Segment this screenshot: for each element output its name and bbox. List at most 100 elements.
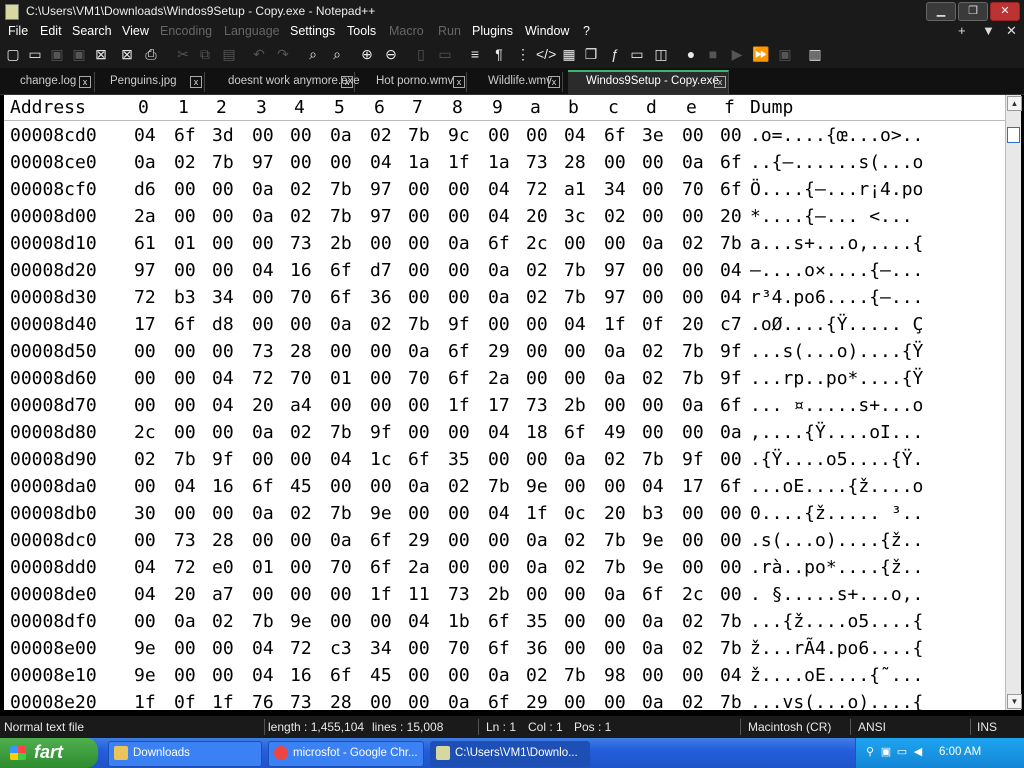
hex-byte[interactable]: 6f [720,179,742,200]
paste-icon[interactable]: ▤ [220,45,238,63]
hex-byte[interactable]: 00 [720,503,742,524]
hex-byte[interactable]: 0a [252,422,274,443]
hex-byte[interactable]: 6f [330,260,352,281]
hex-byte[interactable]: 04 [408,611,430,632]
hex-byte[interactable]: 00 [330,395,352,416]
tab-windos9setup[interactable]: Windos9Setup - Copy.exe x [568,70,729,94]
play-macro-icon[interactable]: ▶ [728,45,746,63]
zoom-in-icon[interactable]: ⊕ [358,45,376,63]
hex-byte[interactable]: 02 [682,692,704,710]
hex-byte[interactable]: 00 [642,179,664,200]
search-icon[interactable]: ⚲ [864,746,876,758]
undo-icon[interactable]: ↶ [250,45,268,63]
hex-byte[interactable]: 76 [252,692,274,710]
hex-byte[interactable]: 00 [134,611,156,632]
hex-byte[interactable]: 00 [720,584,742,605]
hex-byte[interactable]: 00 [488,449,510,470]
hex-byte[interactable]: 00 [682,503,704,524]
hex-byte[interactable]: 7b [564,260,586,281]
hex-byte[interactable]: 6f [604,125,626,146]
hex-byte[interactable]: a1 [564,179,586,200]
hex-byte[interactable]: 7b [252,611,274,632]
zoom-out-icon[interactable]: ⊖ [382,45,400,63]
record-macro-icon[interactable]: ● [682,45,700,63]
hex-byte[interactable]: 00 [330,611,352,632]
hex-byte[interactable]: 0c [564,503,586,524]
hex-byte[interactable]: a4 [290,395,312,416]
hex-byte[interactable]: 6f [252,476,274,497]
hex-dump-text[interactable]: ... ¤.....s+...o [750,395,923,416]
hex-byte[interactable]: 00 [642,665,664,686]
hex-byte[interactable]: 0f [642,314,664,335]
hex-byte[interactable]: 6f [488,611,510,632]
hex-byte[interactable]: 0a [488,260,510,281]
hex-byte[interactable]: 7b [720,692,742,710]
start-button[interactable]: fart [0,738,98,768]
hex-byte[interactable]: 6f [330,287,352,308]
hex-byte[interactable]: 7b [330,179,352,200]
hex-byte[interactable]: 04 [134,557,156,578]
menu-edit[interactable]: Edit [40,24,62,38]
hex-byte[interactable]: 45 [370,665,392,686]
hex-byte[interactable]: 00 [642,287,664,308]
hex-byte[interactable]: 7b [330,206,352,227]
hex-byte[interactable]: 00 [720,125,742,146]
volume-icon[interactable]: ◀ [912,746,924,758]
hex-byte[interactable]: 0a [488,287,510,308]
hex-byte[interactable]: 02 [682,611,704,632]
hex-byte[interactable]: 17 [488,395,510,416]
hex-dump-text[interactable]: —....o×....{—... [750,260,923,281]
hex-byte[interactable]: 0a [330,314,352,335]
hex-byte[interactable]: 04 [252,260,274,281]
hex-byte[interactable]: 00 [252,287,274,308]
hex-byte[interactable]: 00 [564,368,586,389]
taskbar-item-downloads[interactable]: Downloads [108,741,262,767]
hex-byte[interactable]: 00 [290,125,312,146]
hex-byte[interactable]: 00 [682,557,704,578]
hex-byte[interactable]: 70 [408,368,430,389]
hex-byte[interactable]: 34 [370,638,392,659]
hex-byte[interactable]: 7b [564,287,586,308]
hex-byte[interactable]: 00 [604,692,626,710]
hex-byte[interactable]: 00 [370,233,392,254]
hex-byte[interactable]: 0a [252,206,274,227]
hex-byte[interactable]: 02 [370,125,392,146]
tab-wildlife[interactable]: Wildlife.wmv x [474,72,563,92]
hex-byte[interactable]: 0a [642,233,664,254]
hex-byte[interactable]: 00 [526,584,548,605]
hex-byte[interactable]: 00 [370,368,392,389]
redo-icon[interactable]: ↷ [274,45,292,63]
hex-byte[interactable]: 02 [290,503,312,524]
hex-byte[interactable]: 00 [488,557,510,578]
hex-byte[interactable]: 00 [174,260,196,281]
hex-byte[interactable]: 00 [370,692,392,710]
hex-byte[interactable]: 6f [408,449,430,470]
hex-byte[interactable]: 0a [408,476,430,497]
fx-icon[interactable]: ƒ [606,45,624,63]
hex-dump-text[interactable]: ...{ž....o5....{ [750,611,923,632]
hex-dump-text[interactable]: ...vs(...o)....{ [750,692,923,710]
hex-byte[interactable]: 0a [642,638,664,659]
hex-byte[interactable]: 00 [642,422,664,443]
hex-byte[interactable]: 00 [604,152,626,173]
hex-byte[interactable]: 00 [448,260,470,281]
hex-byte[interactable]: 00 [174,179,196,200]
hex-byte[interactable]: 00 [134,395,156,416]
hex-byte[interactable]: 04 [252,638,274,659]
hex-byte[interactable]: 04 [488,503,510,524]
hex-byte[interactable]: 73 [526,152,548,173]
hex-byte[interactable]: 0a [448,233,470,254]
hex-byte[interactable]: 16 [290,260,312,281]
tab-doesnt-work[interactable]: doesnt work anymore.exe x [214,72,360,92]
hex-byte[interactable]: 0a [526,530,548,551]
hex-byte[interactable]: 04 [252,665,274,686]
hex-byte[interactable]: 18 [526,422,548,443]
hex-byte[interactable]: 2a [408,557,430,578]
hex-byte[interactable]: 00 [448,530,470,551]
hex-byte[interactable]: 2a [488,368,510,389]
hex-byte[interactable]: 97 [134,260,156,281]
indent-guide-icon[interactable]: ⋮ [514,45,532,63]
hex-byte[interactable]: 00 [212,206,234,227]
hex-byte[interactable]: 6f [720,395,742,416]
scroll-up-arrow-icon[interactable]: ▲ [1007,96,1022,111]
